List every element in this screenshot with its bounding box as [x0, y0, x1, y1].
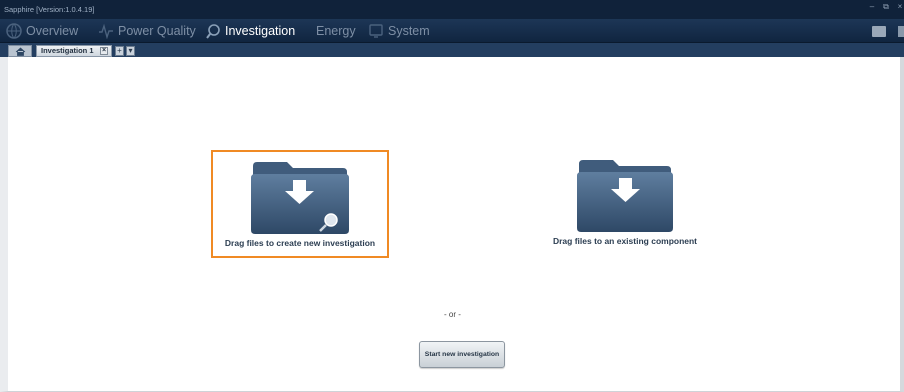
nav-label-overview: Overview — [26, 24, 79, 38]
nav-item-overview[interactable]: Overview — [6, 22, 78, 40]
or-separator: - or - — [444, 310, 461, 319]
tab-investigation-1[interactable]: Investigation 1 × — [36, 45, 112, 57]
home-tab[interactable] — [8, 45, 32, 57]
start-new-investigation-button[interactable]: Start new investigation — [419, 341, 505, 368]
waveform-icon — [99, 23, 113, 39]
nav-label-system: System — [388, 24, 430, 38]
magnifier-icon — [206, 24, 220, 39]
folder-icon[interactable] — [872, 26, 886, 37]
nav-label-investigation: Investigation — [225, 24, 296, 38]
home-icon — [15, 47, 26, 56]
folder-download-icon — [577, 160, 673, 232]
monitor-icon — [369, 24, 383, 38]
folder-download-search-icon — [251, 162, 349, 234]
app-title: Sapphire [Version:1.0.4.19] — [4, 5, 95, 14]
close-icon[interactable]: × — [896, 2, 904, 12]
main-navigation: Overview Power Quality Investigation Ene… — [0, 19, 904, 43]
settings-icon[interactable] — [898, 26, 904, 37]
tab-close-icon[interactable]: × — [100, 47, 108, 55]
tab-strip: Investigation 1 × + ▾ — [0, 43, 904, 57]
window-controls: – ⧉ × — [868, 2, 904, 12]
nav-item-system[interactable]: System — [368, 22, 430, 40]
tab-label: Investigation 1 — [41, 46, 94, 55]
nav-label-energy: Energy — [316, 24, 356, 38]
dropzone-existing-component[interactable]: Drag files to an existing component — [540, 150, 710, 258]
add-tab-button[interactable]: + — [115, 46, 124, 56]
nav-label-power-quality: Power Quality — [118, 24, 196, 38]
nav-item-power-quality[interactable]: Power Quality — [98, 22, 196, 40]
minimize-icon[interactable]: – — [868, 2, 876, 12]
tab-menu-button[interactable]: ▾ — [126, 46, 135, 56]
globe-icon — [6, 23, 22, 39]
title-bar: Sapphire [Version:1.0.4.19] – ⧉ × — [0, 0, 904, 19]
maximize-icon[interactable]: ⧉ — [882, 2, 890, 12]
dropzone-existing-label: Drag files to an existing component — [552, 236, 698, 246]
dropzone-new-investigation[interactable]: Drag files to create new investigation — [211, 150, 389, 258]
dropzone-new-label: Drag files to create new investigation — [224, 238, 376, 248]
nav-item-investigation[interactable]: Investigation — [205, 22, 295, 40]
nav-item-energy[interactable]: Energy — [316, 22, 356, 40]
